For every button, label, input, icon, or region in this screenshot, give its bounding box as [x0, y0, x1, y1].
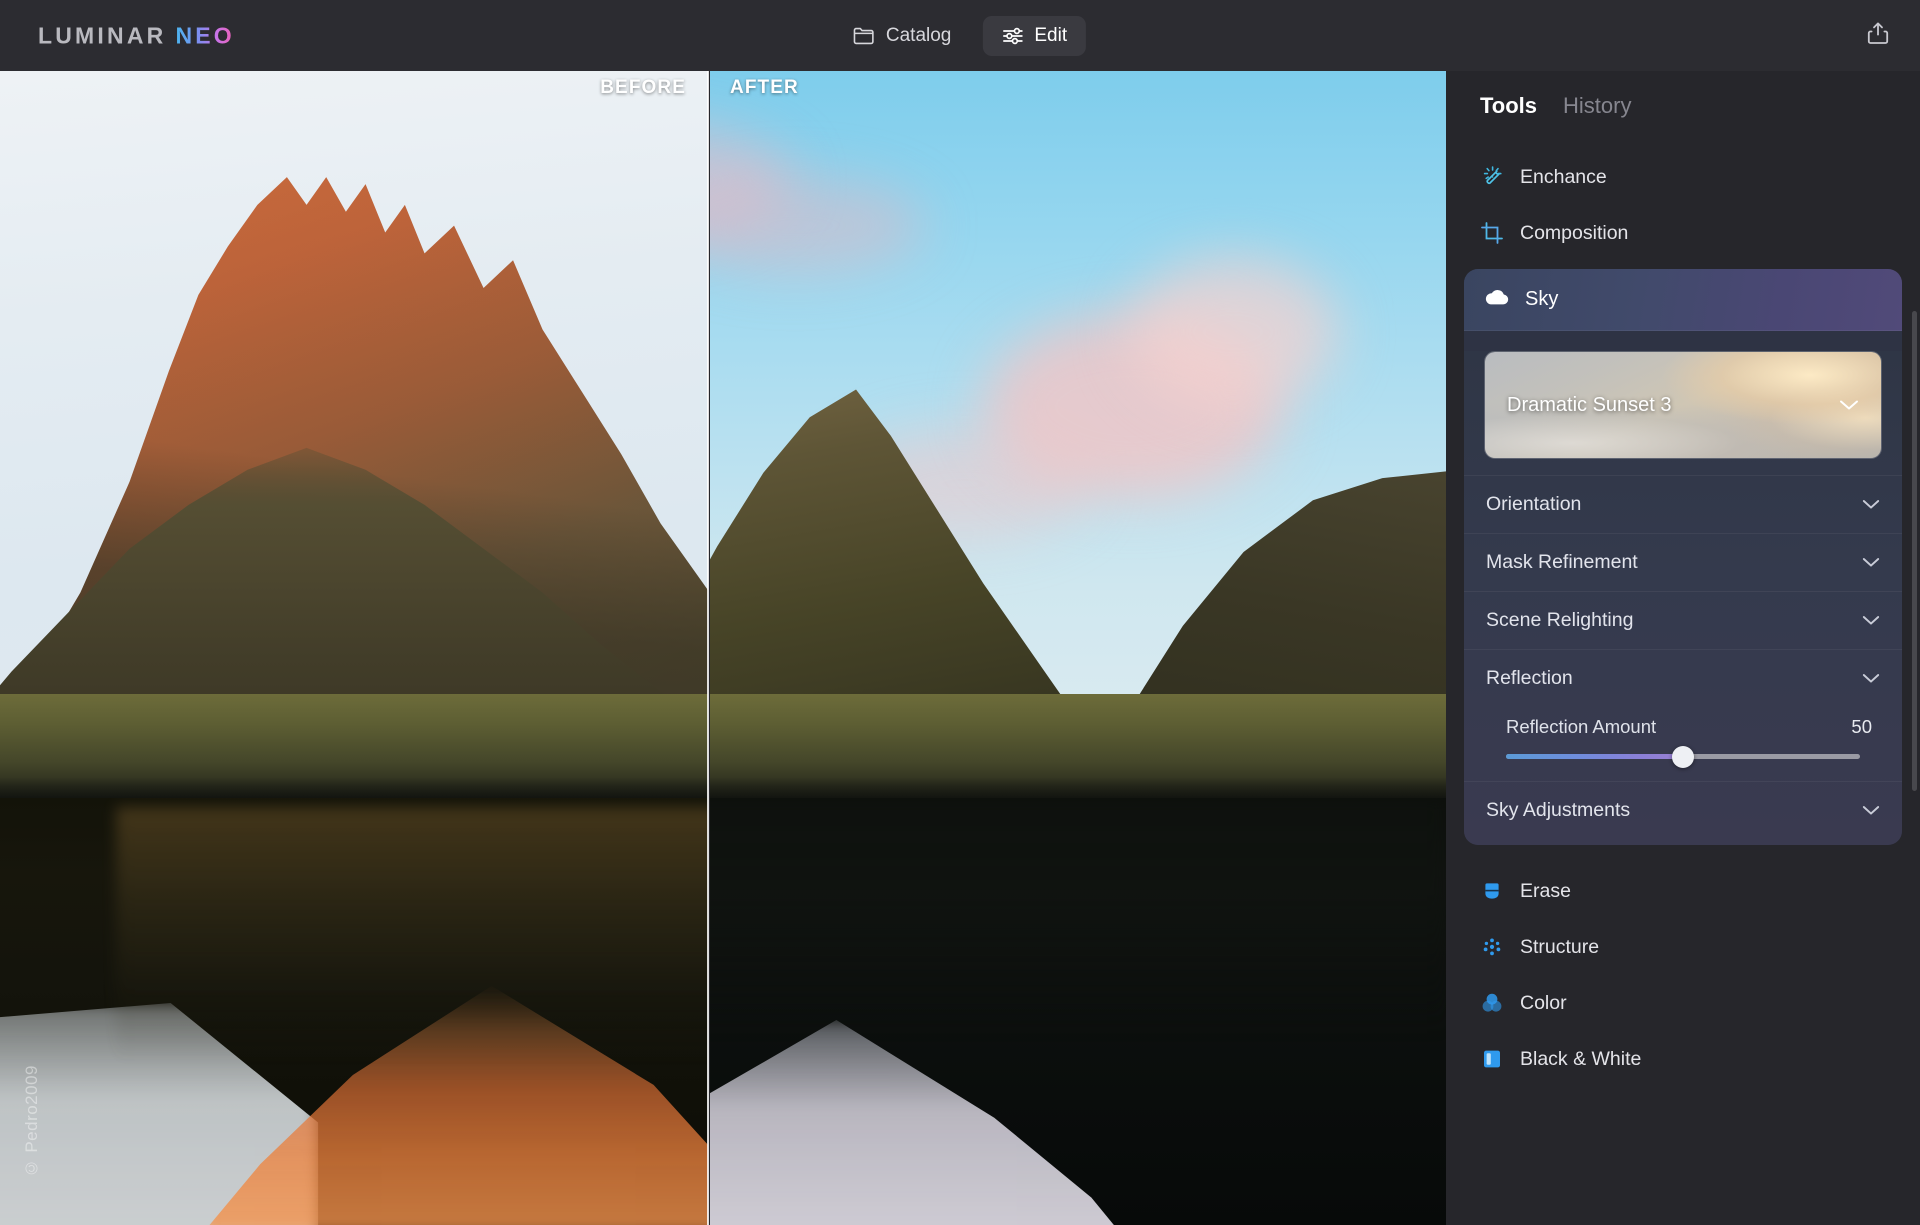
tool-black-and-white-label: Black & White	[1520, 1047, 1642, 1070]
sky-tool-card: Sky Dramatic Sunset 3 Orientation Mask R…	[1464, 269, 1902, 845]
dots-cluster-icon	[1480, 935, 1504, 959]
after-image-half	[710, 71, 1446, 1225]
sky-preset-selector[interactable]: Dramatic Sunset 3	[1484, 351, 1882, 459]
chevron-down-icon	[1862, 551, 1880, 574]
tool-enchance-label: Enchance	[1520, 165, 1607, 188]
sky-section-orientation-label: Orientation	[1486, 493, 1582, 515]
tab-edit-label: Edit	[1034, 24, 1068, 46]
before-after-divider-handle[interactable]	[707, 71, 709, 1225]
tab-catalog-label: Catalog	[885, 24, 952, 46]
before-scene	[0, 71, 708, 1225]
mode-switcher: Catalog Edit	[834, 15, 1087, 56]
sky-section-scene-relighting[interactable]: Scene Relighting	[1464, 591, 1902, 649]
before-water	[0, 798, 708, 1225]
cloud-icon	[1484, 288, 1510, 312]
panel-tabs: Tools History	[1446, 93, 1920, 119]
sky-section-sky-adjustments-label: Sky Adjustments	[1486, 799, 1631, 821]
share-button[interactable]	[1858, 16, 1898, 56]
folder-icon	[853, 27, 875, 45]
tab-catalog[interactable]: Catalog	[834, 16, 971, 56]
tool-erase[interactable]: Erase	[1480, 863, 1886, 919]
color-circles-icon	[1480, 991, 1504, 1015]
after-ridge-reflection	[710, 798, 1446, 1038]
eraser-icon	[1480, 879, 1504, 903]
sky-section-mask-refinement-label: Mask Refinement	[1486, 551, 1638, 573]
after-water	[710, 798, 1446, 1225]
before-rock-reflection	[115, 806, 708, 1063]
chevron-down-icon	[1862, 667, 1880, 690]
tools-panel: Tools History Enchance Composition Sky D…	[1446, 71, 1920, 1225]
chevron-down-icon	[1862, 799, 1880, 822]
split-square-icon	[1480, 1047, 1504, 1071]
slider-fill	[1506, 754, 1683, 759]
tab-tools[interactable]: Tools	[1480, 93, 1537, 119]
tool-structure[interactable]: Structure	[1480, 919, 1886, 975]
before-image-half	[0, 71, 708, 1225]
app-logo: LUMINAR NEO	[38, 22, 235, 49]
after-shoreline	[710, 694, 1446, 810]
bottom-tool-list: Erase Structure Color Black & White	[1446, 845, 1920, 1087]
sky-section-mask-refinement[interactable]: Mask Refinement	[1464, 533, 1902, 591]
sky-section-sky-adjustments[interactable]: Sky Adjustments	[1464, 781, 1902, 839]
sky-preset-name: Dramatic Sunset 3	[1507, 393, 1672, 416]
sky-section-orientation[interactable]: Orientation	[1464, 475, 1902, 533]
tool-structure-label: Structure	[1520, 935, 1600, 958]
top-tool-list: Enchance Composition	[1446, 149, 1920, 261]
sky-section-scene-relighting-label: Scene Relighting	[1486, 609, 1634, 631]
tool-color[interactable]: Color	[1480, 975, 1886, 1031]
magic-wand-icon	[1480, 165, 1504, 189]
reflection-amount-label: Reflection Amount	[1506, 716, 1657, 737]
brand-primary: LUMINAR	[38, 22, 167, 48]
cloud-shape	[1127, 257, 1338, 408]
tool-composition-label: Composition	[1520, 221, 1629, 244]
slider-thumb[interactable]	[1672, 745, 1694, 768]
crop-icon	[1480, 221, 1504, 245]
chevron-down-icon	[1862, 609, 1880, 632]
tool-enchance[interactable]: Enchance	[1480, 149, 1886, 205]
tab-history[interactable]: History	[1563, 93, 1631, 119]
tool-color-label: Color	[1520, 991, 1567, 1014]
tool-composition[interactable]: Composition	[1480, 205, 1886, 261]
reflection-amount-block: Reflection Amount 50	[1464, 707, 1902, 781]
tab-edit[interactable]: Edit	[982, 15, 1087, 56]
reflection-amount-value[interactable]: 50	[1851, 716, 1878, 738]
photo-watermark: © Pedro2009	[22, 1064, 41, 1177]
reflection-amount-head: Reflection Amount 50	[1488, 716, 1878, 738]
sky-tool-header[interactable]: Sky	[1464, 269, 1902, 331]
cloud-shape	[710, 178, 926, 274]
sky-tool-body: Dramatic Sunset 3 Orientation Mask Refin…	[1464, 351, 1902, 845]
panel-scrollbar[interactable]	[1912, 311, 1917, 791]
reflection-amount-slider[interactable]	[1506, 745, 1860, 768]
after-sky-reflection-right	[710, 1020, 1128, 1225]
image-preview-canvas[interactable]: BEFORE AFTER © Pedro2009	[0, 71, 1446, 1225]
tool-erase-label: Erase	[1520, 879, 1571, 902]
sky-tool-title: Sky	[1525, 288, 1559, 310]
share-icon	[1867, 21, 1889, 50]
brand-accent: NEO	[175, 22, 235, 48]
chevron-down-icon	[1862, 493, 1880, 516]
sky-section-reflection[interactable]: Reflection	[1464, 649, 1902, 707]
sky-preset-row: Dramatic Sunset 3	[1485, 352, 1881, 458]
before-shoreline	[0, 694, 708, 810]
top-bar: LUMINAR NEO Catalog Edit	[0, 0, 1920, 71]
after-scene	[710, 71, 1446, 1225]
sliders-icon	[1001, 26, 1023, 46]
tool-black-and-white[interactable]: Black & White	[1480, 1031, 1886, 1087]
chevron-down-icon	[1839, 394, 1859, 417]
sky-section-reflection-label: Reflection	[1486, 667, 1573, 689]
